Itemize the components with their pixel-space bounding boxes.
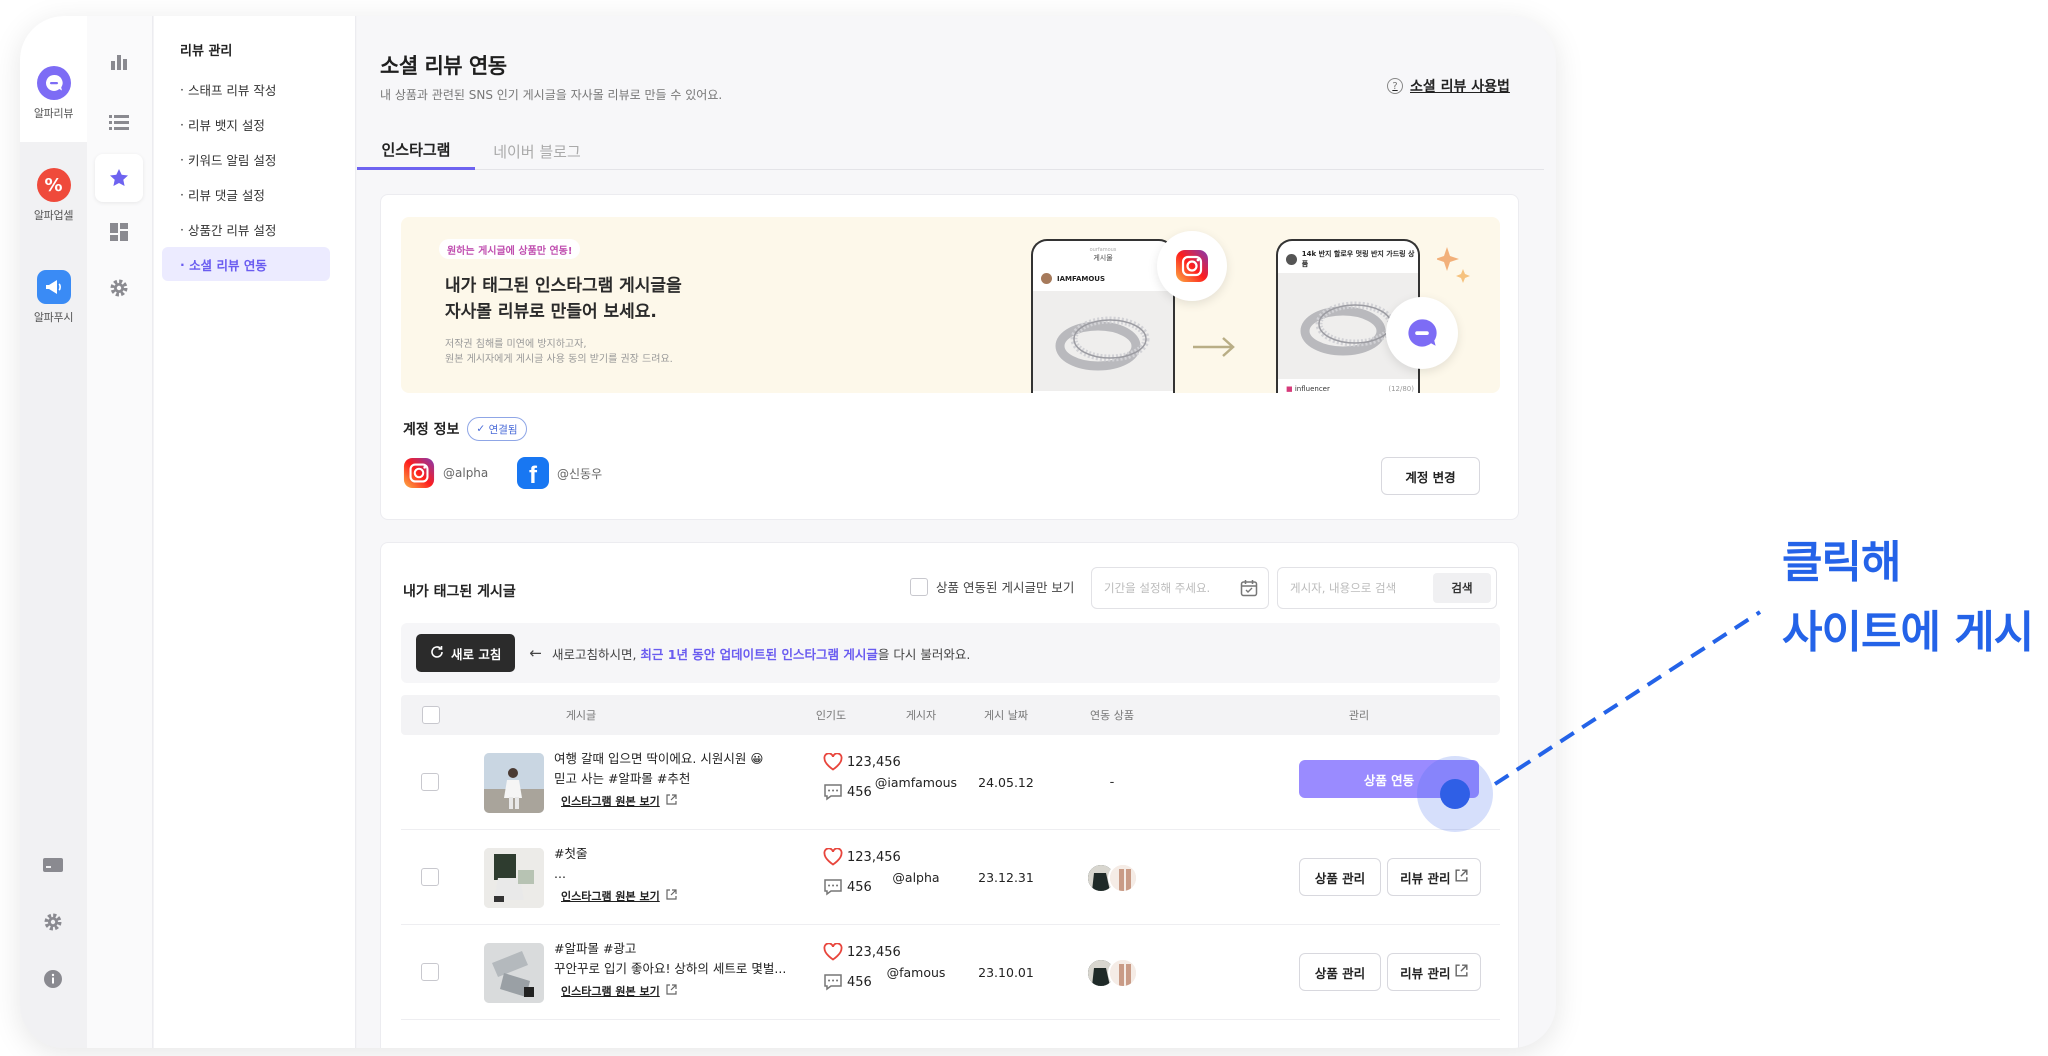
- annotation-line: 사이트에 게시: [1782, 607, 2034, 658]
- annotation-line: 클릭해: [1782, 537, 1901, 588]
- annotation-dashed-line: [1493, 610, 1762, 786]
- annotation-callout: 클릭해 사이트에 게시: [1782, 528, 2034, 668]
- click-indicator-dot: [1440, 779, 1470, 809]
